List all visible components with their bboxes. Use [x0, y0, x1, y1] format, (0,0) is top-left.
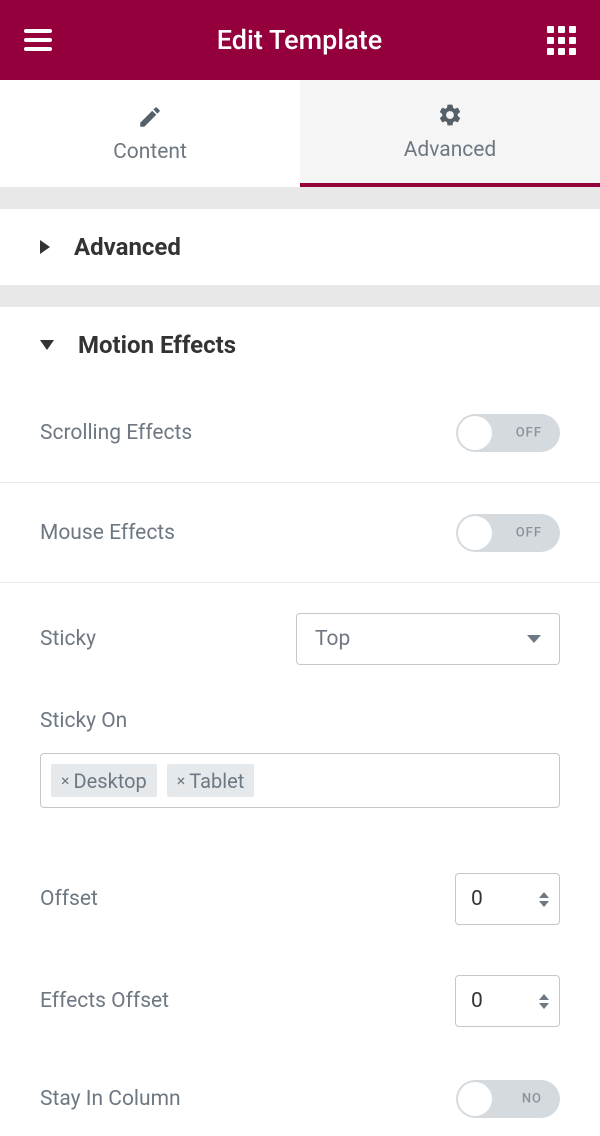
gear-icon: [437, 102, 463, 128]
sticky-select-value: Top: [315, 627, 350, 651]
tag-label: Desktop: [74, 769, 147, 793]
hamburger-menu-icon[interactable]: [24, 29, 52, 51]
offset-value: 0: [456, 887, 537, 911]
scrolling-effects-toggle[interactable]: OFF: [456, 414, 560, 452]
section-advanced-title: Advanced: [74, 233, 181, 261]
stay-in-column-label: Stay In Column: [40, 1087, 181, 1111]
tag-desktop: × Desktop: [51, 764, 157, 797]
mouse-effects-label: Mouse Effects: [40, 521, 175, 545]
spinner-up-icon[interactable]: [539, 892, 549, 898]
section-advanced-header[interactable]: Advanced: [0, 209, 600, 285]
page-title: Edit Template: [217, 24, 382, 56]
section-motion-effects-title: Motion Effects: [78, 331, 236, 359]
spinner-down-icon[interactable]: [539, 901, 549, 907]
offset-label: Offset: [40, 887, 98, 911]
stay-in-column-toggle[interactable]: NO: [456, 1080, 560, 1118]
sticky-label: Sticky: [40, 627, 96, 651]
tab-advanced[interactable]: Advanced: [300, 80, 600, 187]
apps-grid-icon[interactable]: [547, 26, 576, 55]
remove-tag-icon[interactable]: ×: [61, 771, 70, 790]
mouse-effects-toggle[interactable]: OFF: [456, 514, 560, 552]
spinner-down-icon[interactable]: [539, 1003, 549, 1009]
offset-input[interactable]: 0: [455, 873, 560, 925]
spinner-up-icon[interactable]: [539, 994, 549, 1000]
remove-tag-icon[interactable]: ×: [177, 771, 186, 790]
tab-content[interactable]: Content: [0, 80, 300, 187]
chevron-down-icon: [527, 635, 541, 643]
toggle-text: OFF: [516, 525, 542, 540]
tag-tablet: × Tablet: [167, 764, 255, 797]
effects-offset-value: 0: [456, 989, 537, 1013]
tab-content-label: Content: [113, 140, 187, 164]
effects-offset-input[interactable]: 0: [455, 975, 560, 1027]
scrolling-effects-label: Scrolling Effects: [40, 421, 192, 445]
chevron-right-icon: [40, 240, 50, 254]
chevron-down-icon: [40, 340, 54, 350]
toggle-text: NO: [522, 1092, 542, 1107]
section-motion-effects-header[interactable]: Motion Effects: [0, 307, 600, 383]
sticky-on-label: Sticky On: [40, 709, 560, 733]
effects-offset-label: Effects Offset: [40, 989, 169, 1013]
sticky-select[interactable]: Top: [296, 613, 560, 665]
sticky-on-tags[interactable]: × Desktop × Tablet: [40, 753, 560, 808]
tab-advanced-label: Advanced: [404, 138, 497, 162]
toggle-text: OFF: [516, 425, 542, 440]
pencil-icon: [137, 104, 163, 130]
tag-label: Tablet: [189, 769, 244, 793]
